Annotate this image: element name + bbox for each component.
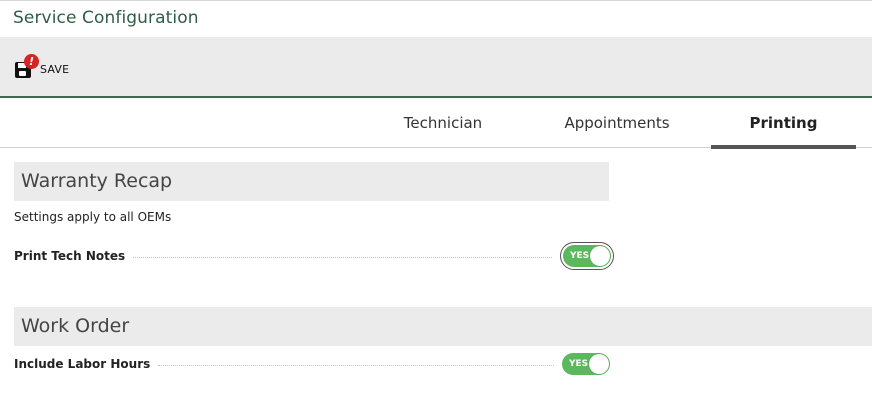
toolbar: ! SAVE [0, 37, 872, 98]
save-button[interactable]: ! SAVE [14, 54, 69, 78]
setting-row-include-labor-hours: Include Labor Hours YES [14, 353, 610, 375]
toggle-state-label: YES [569, 359, 589, 369]
toggle-state-label: YES [570, 251, 590, 261]
toggle-focus-ring: YES [560, 242, 614, 270]
section-header-work-order: Work Order [14, 307, 872, 346]
dotted-leader [158, 365, 554, 366]
save-icon: ! [14, 54, 39, 78]
page-title: Service Configuration [13, 8, 199, 28]
alert-badge-icon: ! [24, 54, 39, 69]
settings-note: Settings apply to all OEMs [14, 210, 172, 224]
setting-row-print-tech-notes: Print Tech Notes YES [14, 242, 614, 270]
section-header-warranty-recap: Warranty Recap [14, 162, 609, 201]
setting-label: Include Labor Hours [14, 357, 151, 371]
tab-appointments[interactable]: Appointments [550, 98, 684, 148]
toggle-knob [590, 246, 610, 266]
top-border [0, 0, 872, 1]
dotted-leader [133, 257, 552, 258]
toggle-knob [589, 354, 609, 374]
tab-technician[interactable]: Technician [390, 98, 496, 148]
tab-printing[interactable]: Printing [711, 98, 856, 149]
tab-bar: Technician Appointments Printing [0, 98, 872, 149]
setting-label: Print Tech Notes [14, 249, 126, 263]
include-labor-hours-toggle[interactable]: YES [562, 353, 610, 375]
save-label: SAVE [40, 62, 70, 76]
print-tech-notes-toggle[interactable]: YES [563, 245, 611, 267]
